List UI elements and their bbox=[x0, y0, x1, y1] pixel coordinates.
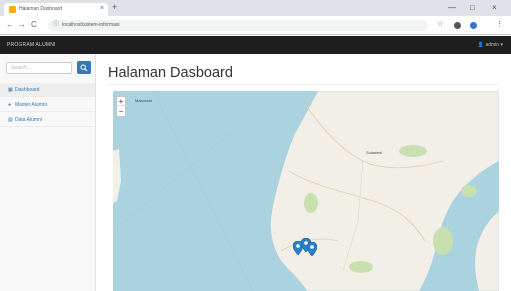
sidebar-item-label: Master Alumni bbox=[15, 102, 47, 108]
search-button[interactable] bbox=[77, 61, 91, 74]
zoom-control: + − bbox=[116, 96, 126, 117]
minimize-icon[interactable]: — bbox=[448, 2, 456, 13]
map-sea-label: Makassar bbox=[135, 98, 153, 103]
browser-menu-icon[interactable]: ⋮ bbox=[496, 20, 503, 30]
top-navbar: PROGRAM ALUMNI 👤 admin ▾ bbox=[0, 36, 511, 54]
brand-link[interactable]: PROGRAM ALUMNI bbox=[7, 36, 56, 54]
extension-icon[interactable] bbox=[454, 22, 461, 29]
dashboard-icon: ▦ bbox=[8, 87, 13, 93]
browser-tab[interactable]: Halaman Dasboard × bbox=[4, 3, 108, 16]
bookmark-star-icon[interactable]: ☆ bbox=[437, 20, 443, 30]
map-city-label: Sulawesi bbox=[366, 150, 383, 155]
sidebar-item-data-alumni[interactable]: ▤ Data Alumni bbox=[0, 113, 95, 127]
user-dropdown[interactable]: 👤 admin ▾ bbox=[478, 36, 503, 54]
zoom-out-button[interactable]: − bbox=[117, 107, 125, 116]
reload-icon[interactable]: C bbox=[31, 20, 37, 30]
forward-icon[interactable]: → bbox=[18, 20, 26, 30]
site-info-icon[interactable]: ⓘ bbox=[53, 20, 59, 31]
profile-avatar-icon[interactable] bbox=[470, 22, 477, 29]
user-icon: ● bbox=[8, 102, 12, 108]
sidebar-item-master-alumni[interactable]: ● Master Alumni bbox=[0, 98, 95, 112]
search-icon bbox=[80, 64, 88, 72]
sidebar-item-dashboard[interactable]: ▦ Dashboard bbox=[0, 83, 95, 97]
tab-close-icon[interactable]: × bbox=[100, 4, 104, 14]
address-bar-row: ← → C ⓘ localhost/sistem-informasi ☆ ⋮ bbox=[0, 16, 511, 35]
tab-title: Halaman Dasboard bbox=[19, 6, 63, 12]
title-divider bbox=[108, 84, 498, 85]
url-bar[interactable]: ⓘ localhost/sistem-informasi bbox=[48, 20, 428, 31]
map-container[interactable]: + − Makassar Sulawesi bbox=[113, 91, 499, 291]
table-icon: ▤ bbox=[8, 117, 13, 123]
new-tab-button[interactable]: + bbox=[112, 2, 117, 13]
sidebar-item-label: Dashboard bbox=[15, 87, 40, 93]
map-tiles bbox=[113, 91, 499, 291]
sidebar-item-label: Data Alumni bbox=[15, 117, 42, 123]
zoom-in-button[interactable]: + bbox=[117, 97, 125, 106]
browser-tabstrip: Halaman Dasboard × + — □ × bbox=[0, 0, 511, 16]
back-icon[interactable]: ← bbox=[6, 20, 14, 30]
url-text: localhost/sistem-informasi bbox=[62, 22, 120, 28]
page-title: Halaman Dasboard bbox=[108, 65, 233, 81]
window-close-icon[interactable]: × bbox=[492, 2, 497, 13]
favicon-icon bbox=[9, 6, 16, 13]
sidebar: ▦ Dashboard ● Master Alumni ▤ Data Alumn… bbox=[0, 54, 96, 291]
maximize-icon[interactable]: □ bbox=[470, 2, 475, 13]
map-marker-icon[interactable] bbox=[307, 242, 317, 256]
search-input[interactable] bbox=[6, 62, 72, 74]
